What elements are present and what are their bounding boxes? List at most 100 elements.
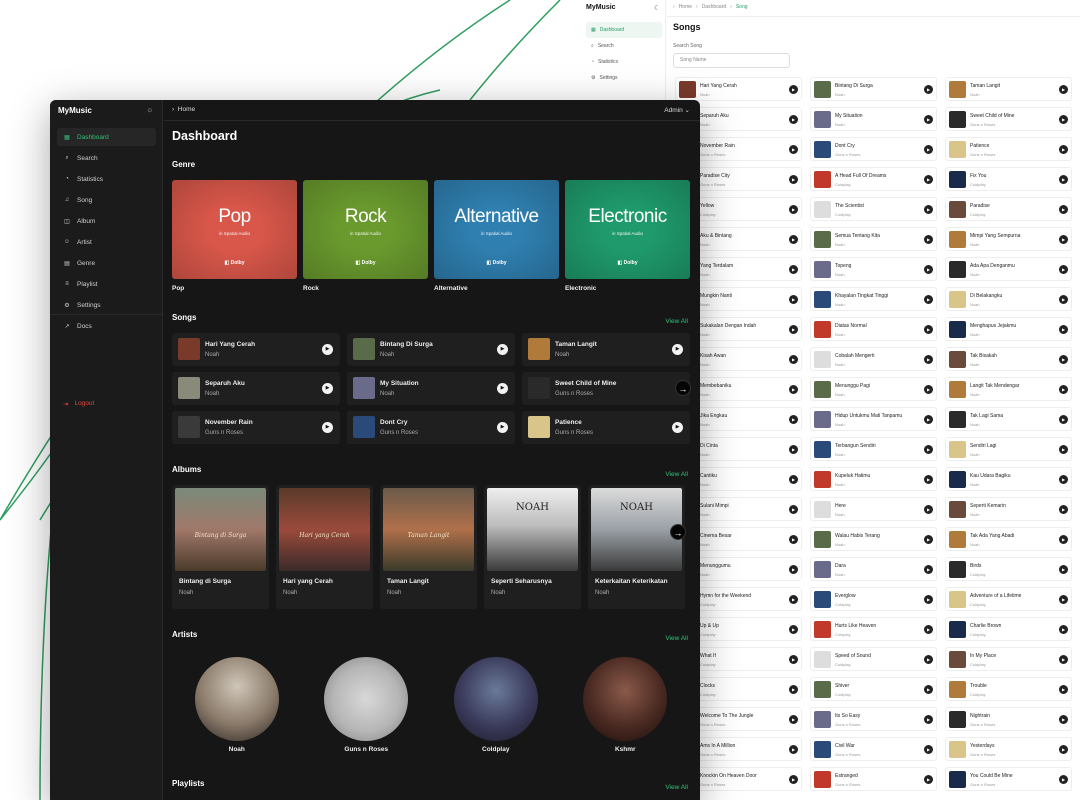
sidebar-item-statistics[interactable]: ◔ Statistics bbox=[57, 170, 156, 188]
song-card[interactable]: Mimpi Yang Sempurna Noah ▶ bbox=[945, 227, 1072, 251]
sidebar-item-playlist[interactable]: ≡ Playlist bbox=[57, 275, 156, 293]
play-icon[interactable]: ▶ bbox=[322, 344, 333, 355]
play-icon[interactable]: ▶ bbox=[789, 745, 798, 754]
sidebar-item-album[interactable]: ◫ Album bbox=[57, 212, 156, 230]
albums-next-arrow-icon[interactable]: → bbox=[670, 524, 686, 540]
play-icon[interactable]: ▶ bbox=[789, 415, 798, 424]
song-card[interactable]: Trouble Coldplay ▶ bbox=[945, 677, 1072, 701]
song-card[interactable]: Charlie Brown Coldplay ▶ bbox=[945, 617, 1072, 641]
play-icon[interactable]: ▶ bbox=[924, 175, 933, 184]
song-card[interactable]: November Rain Guns n Roses ▶ bbox=[172, 411, 340, 444]
play-icon[interactable]: ▶ bbox=[1059, 775, 1068, 784]
play-icon[interactable]: ▶ bbox=[1059, 745, 1068, 754]
play-icon[interactable]: ▶ bbox=[1059, 145, 1068, 154]
song-card[interactable]: Dara Noah ▶ bbox=[810, 557, 937, 581]
play-icon[interactable]: ▶ bbox=[789, 235, 798, 244]
play-icon[interactable]: ▶ bbox=[924, 535, 933, 544]
logout-button[interactable]: ⇥ Logout bbox=[63, 400, 94, 408]
sidebar-item-dashboard[interactable]: ▦ Dashboard bbox=[57, 128, 156, 146]
songs-next-arrow-icon[interactable]: → bbox=[675, 380, 691, 396]
artists-view-all-link[interactable]: View All bbox=[665, 635, 688, 642]
play-icon[interactable]: ▶ bbox=[924, 565, 933, 574]
play-icon[interactable]: ▶ bbox=[1059, 565, 1068, 574]
song-card[interactable]: Separuh Aku Noah ▶ bbox=[172, 372, 340, 405]
play-icon[interactable]: ▶ bbox=[1059, 595, 1068, 604]
play-icon[interactable]: ▶ bbox=[497, 383, 508, 394]
song-card[interactable]: Hidup Untukmu Mati Tanpamu Noah ▶ bbox=[810, 407, 937, 431]
play-icon[interactable]: ▶ bbox=[1059, 655, 1068, 664]
play-icon[interactable]: ▶ bbox=[1059, 445, 1068, 454]
play-icon[interactable]: ▶ bbox=[789, 565, 798, 574]
song-card[interactable]: Taman Langit Noah ▶ bbox=[945, 77, 1072, 101]
song-card[interactable]: Cobalah Mengerti Noah ▶ bbox=[810, 347, 937, 371]
breadcrumb-home[interactable]: Home bbox=[178, 106, 195, 113]
song-card[interactable]: My Situation Noah ▶ bbox=[347, 372, 515, 405]
song-card[interactable]: Dont Cry Guns n Roses ▶ bbox=[347, 411, 515, 444]
play-icon[interactable]: ▶ bbox=[924, 655, 933, 664]
sidebar-item-settings[interactable]: ⚙ Settings bbox=[57, 296, 156, 314]
play-icon[interactable]: ▶ bbox=[1059, 385, 1068, 394]
song-card[interactable]: Bintang Di Surga Noah ▶ bbox=[810, 77, 937, 101]
song-card[interactable]: Patience Guns n Roses ▶ bbox=[522, 411, 690, 444]
play-icon[interactable]: ▶ bbox=[789, 775, 798, 784]
playlists-view-all-link[interactable]: View All bbox=[665, 784, 688, 791]
song-card[interactable]: Sweet Child of Mine Guns n Roses bbox=[522, 372, 690, 405]
song-card[interactable]: Hurts Like Heaven Coldplay ▶ bbox=[810, 617, 937, 641]
moon-icon[interactable]: ☾ bbox=[654, 4, 660, 12]
play-icon[interactable]: ▶ bbox=[1059, 85, 1068, 94]
play-icon[interactable]: ▶ bbox=[1059, 625, 1068, 634]
song-card[interactable]: Menghapus Jejakmu Noah ▶ bbox=[945, 317, 1072, 341]
play-icon[interactable]: ▶ bbox=[789, 445, 798, 454]
breadcrumb-dashboard[interactable]: Dashboard bbox=[702, 4, 726, 10]
song-card[interactable]: Tak Lagi Sama Noah ▶ bbox=[945, 407, 1072, 431]
play-icon[interactable]: ▶ bbox=[1059, 415, 1068, 424]
play-icon[interactable]: ▶ bbox=[789, 385, 798, 394]
play-icon[interactable]: ▶ bbox=[789, 625, 798, 634]
play-icon[interactable]: ▶ bbox=[497, 344, 508, 355]
artist-card[interactable]: Guns n Roses bbox=[316, 657, 416, 753]
genre-card[interactable]: Alternative in Spatial Audio ◧ Dolby Altern… bbox=[434, 180, 559, 292]
song-card[interactable]: Civil War Guns n Roses ▶ bbox=[810, 737, 937, 761]
song-card[interactable]: Dont Cry Guns n Roses ▶ bbox=[810, 137, 937, 161]
song-card[interactable]: Shiver Coldplay ▶ bbox=[810, 677, 937, 701]
play-icon[interactable]: ▶ bbox=[924, 775, 933, 784]
sidebar-item-genre[interactable]: ▤ Genre bbox=[57, 254, 156, 272]
play-icon[interactable]: ▶ bbox=[924, 265, 933, 274]
play-icon[interactable]: ▶ bbox=[789, 355, 798, 364]
artist-card[interactable]: Coldplay bbox=[446, 657, 546, 753]
play-icon[interactable]: ▶ bbox=[789, 685, 798, 694]
song-card[interactable]: Birds Coldplay ▶ bbox=[945, 557, 1072, 581]
breadcrumb-home[interactable]: Home bbox=[679, 4, 692, 10]
artist-card[interactable]: Noah bbox=[187, 657, 287, 753]
albums-view-all-link[interactable]: View All bbox=[665, 471, 688, 478]
song-card[interactable]: Diatas Normal Noah ▶ bbox=[810, 317, 937, 341]
play-icon[interactable]: ▶ bbox=[924, 145, 933, 154]
song-card[interactable]: Adventure of a Lifetime Coldplay ▶ bbox=[945, 587, 1072, 611]
play-icon[interactable]: ▶ bbox=[924, 625, 933, 634]
song-card[interactable]: Here Noah ▶ bbox=[810, 497, 937, 521]
song-search-input[interactable]: Song Name bbox=[673, 53, 790, 68]
play-icon[interactable]: ▶ bbox=[924, 685, 933, 694]
song-card[interactable]: Menunggu Pagi Noah ▶ bbox=[810, 377, 937, 401]
sidebar-item-search[interactable]: ⌕ Search bbox=[586, 38, 662, 54]
album-card[interactable]: NOAH Seperti Seharusnya Noah bbox=[484, 485, 581, 609]
song-card[interactable]: A Head Full Of Dreams Coldplay ▶ bbox=[810, 167, 937, 191]
song-card[interactable]: Yesterdays Guns n Roses ▶ bbox=[945, 737, 1072, 761]
play-icon[interactable]: ▶ bbox=[789, 115, 798, 124]
album-card[interactable]: NOAH Keterkaitan Keterikatan Noah bbox=[588, 485, 685, 609]
song-card[interactable]: Taman Langit Noah ▶ bbox=[522, 333, 690, 366]
play-icon[interactable]: ▶ bbox=[924, 475, 933, 484]
play-icon[interactable]: ▶ bbox=[924, 445, 933, 454]
sidebar-item-search[interactable]: ⌕ Search bbox=[57, 149, 156, 167]
song-card[interactable]: Patience Guns n Roses ▶ bbox=[945, 137, 1072, 161]
genre-card[interactable]: Rock in Spatial Audio ◧ Dolby Rock bbox=[303, 180, 428, 292]
song-card[interactable]: Sendiri Lagi Noah ▶ bbox=[945, 437, 1072, 461]
song-card[interactable]: Paradise Coldplay ▶ bbox=[945, 197, 1072, 221]
song-card[interactable]: You Could Be Mine Guns n Roses ▶ bbox=[945, 767, 1072, 791]
play-icon[interactable]: ▶ bbox=[672, 344, 683, 355]
play-icon[interactable]: ▶ bbox=[789, 505, 798, 514]
song-card[interactable]: Sweet Child of Mine Guns n Roses ▶ bbox=[945, 107, 1072, 131]
play-icon[interactable]: ▶ bbox=[789, 265, 798, 274]
genre-card[interactable]: Electronic in Spatial Audio ◧ Dolby Electro… bbox=[565, 180, 690, 292]
play-icon[interactable]: ▶ bbox=[924, 325, 933, 334]
